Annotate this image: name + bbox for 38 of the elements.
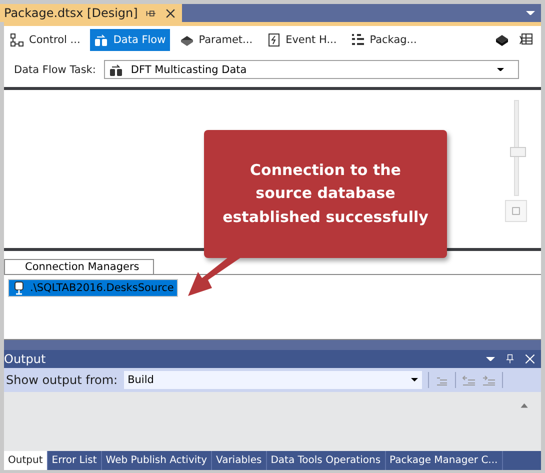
connection-manager-item[interactable]: .\SQLTAB2016.DesksSource [8, 279, 178, 297]
connection-managers-tab[interactable]: Connection Managers [4, 259, 154, 274]
dropdown-icon [410, 378, 418, 382]
panel-splitter[interactable] [4, 340, 541, 350]
cylinders-icon [108, 62, 123, 76]
box-icon [495, 33, 509, 47]
pin-icon [505, 353, 515, 365]
output-source-value: Build [128, 374, 155, 386]
designer-tab[interactable]: Paramet... [176, 29, 257, 51]
document-tab-title: Package.dtsx [Design] [4, 6, 138, 20]
cylinders-icon [94, 33, 108, 47]
show-output-label: Show output from: [6, 373, 118, 387]
data-flow-task-label: Data Flow Task: [14, 64, 96, 76]
zoom-slider-thumb[interactable] [510, 146, 526, 157]
indent-right-icon [482, 373, 496, 387]
close-icon [164, 8, 176, 18]
dropdown-icon [486, 356, 495, 362]
designer-tab[interactable]: Control ... [6, 29, 84, 51]
data-flow-task-value: DFT Multicasting Data [130, 64, 248, 76]
close-icon [525, 354, 535, 364]
fit-icon [510, 205, 522, 217]
output-panel-title: Output [4, 352, 47, 366]
document-tab[interactable]: Package.dtsx [Design] [0, 4, 182, 22]
flow-diagram-icon [10, 33, 24, 47]
dropdown-icon [526, 10, 535, 16]
output-panel-tab[interactable]: Output [4, 451, 48, 470]
zoom-fit-button[interactable] [505, 200, 527, 222]
output-source-dropdown[interactable]: Build [124, 371, 422, 389]
designer-tab[interactable]: Packag... [346, 29, 421, 51]
table-icon [519, 33, 533, 47]
list-icon [350, 33, 365, 47]
designer-tab[interactable]: Event H... [262, 29, 341, 51]
indent-left-icon [462, 373, 476, 387]
callout-box: Connection to the source database established successfully [204, 130, 447, 258]
designer-tab[interactable]: Data Flow [90, 29, 170, 51]
lightning-page-icon [266, 33, 281, 47]
dropdown-icon [497, 68, 504, 72]
data-flow-task-dropdown[interactable]: DFT Multicasting Data [104, 60, 519, 79]
